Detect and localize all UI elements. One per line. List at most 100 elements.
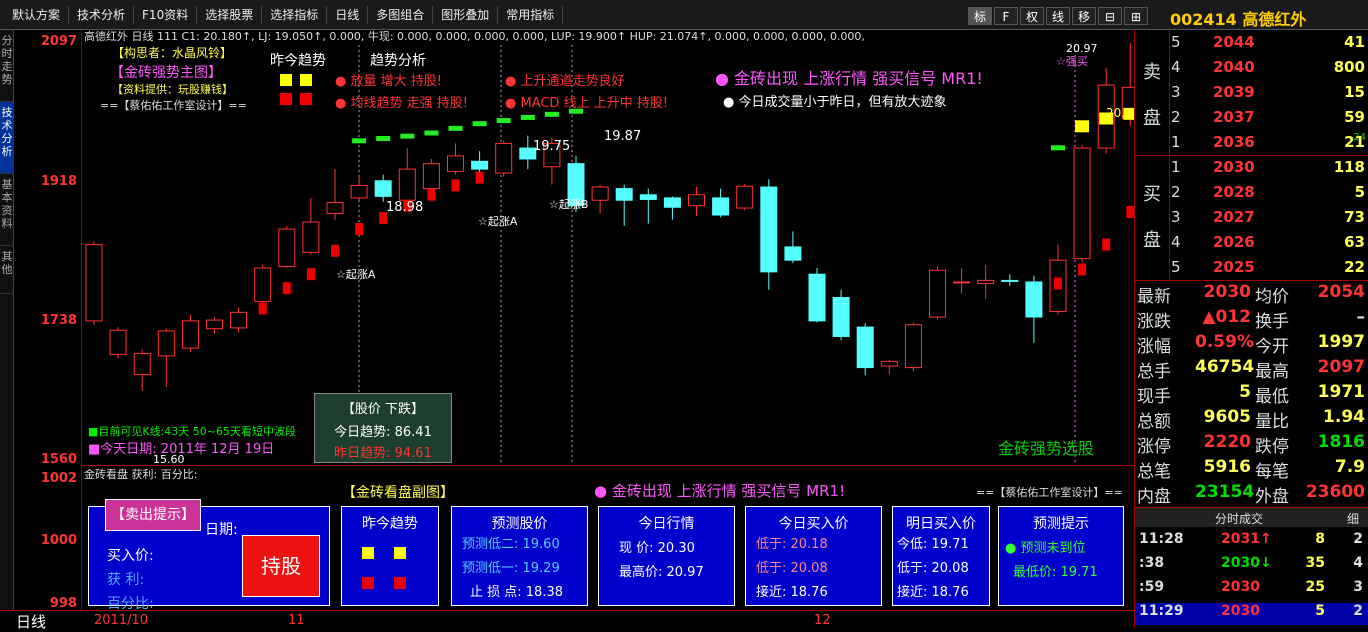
buy-order-row[interactable]: 2 2028 5 bbox=[1169, 183, 1368, 208]
designer-label: ==【蔡佑佑工作室设计】== bbox=[100, 99, 247, 112]
menu-f10[interactable]: F10资料 bbox=[134, 6, 198, 24]
quote-value: 1971 bbox=[1317, 382, 1365, 402]
candle bbox=[230, 307, 248, 333]
provider-label: 【资料提供：玩股赚钱】 bbox=[112, 83, 233, 96]
maximize-icon[interactable]: ⊞ bbox=[1124, 7, 1148, 25]
yellow-block bbox=[362, 547, 374, 559]
candle-body bbox=[808, 273, 826, 322]
red-block bbox=[280, 93, 292, 105]
f-button[interactable]: F bbox=[994, 7, 1018, 25]
candle bbox=[374, 174, 392, 202]
tick-row[interactable]: 11:28 2031↑ 8 2 bbox=[1135, 531, 1368, 553]
menu-period[interactable]: 日线 bbox=[327, 6, 369, 24]
order-price: 2026 bbox=[1213, 233, 1255, 251]
sell-order-row[interactable]: 1 2036 21 bbox=[1169, 133, 1368, 158]
forecast-low2: 预测低二: 19.60 bbox=[462, 537, 560, 552]
candle-body bbox=[663, 197, 681, 208]
forecast-hint-title: 预测提示 bbox=[1033, 516, 1089, 532]
tab-intraday[interactable]: 分时走势 bbox=[0, 30, 14, 102]
sub-title: 【金砖看盘副图】 bbox=[342, 485, 454, 501]
candle-body bbox=[254, 267, 272, 302]
candle-body bbox=[109, 329, 127, 355]
quote-value: 2054 bbox=[1317, 282, 1365, 302]
candle bbox=[157, 328, 175, 388]
alert-yesterday: 昨日趋势: 94.61 bbox=[334, 446, 432, 461]
candle bbox=[880, 359, 898, 374]
ma-annotation: ● 均线趋势 走强 持股! bbox=[335, 96, 468, 111]
candle-body bbox=[639, 194, 657, 200]
sell-order-row[interactable]: 2 2037 59 bbox=[1169, 108, 1368, 133]
line-button[interactable]: 线 bbox=[1046, 7, 1070, 25]
sell-hint-button[interactable]: 【卖出提示】 bbox=[105, 499, 201, 531]
red-signal-dot bbox=[427, 188, 436, 201]
candle bbox=[784, 231, 802, 264]
candle-body bbox=[591, 186, 609, 201]
green-trend-dash bbox=[496, 118, 511, 124]
candle-body bbox=[953, 281, 971, 284]
candle bbox=[904, 322, 922, 372]
price-alert-box: 【股价 下跌】 今日趋势: 86.41 昨日趋势: 94.61 bbox=[314, 393, 452, 463]
sell-order-row[interactable]: 3 2039 15 bbox=[1169, 83, 1368, 108]
tab-ticks[interactable]: 分时成交 bbox=[1215, 510, 1263, 527]
menu-select-stock[interactable]: 选择股票 bbox=[197, 6, 263, 24]
period-label[interactable]: 日线 bbox=[16, 611, 46, 632]
hold-button[interactable]: 持股 bbox=[242, 535, 320, 597]
menu-select-indicator[interactable]: 选择指标 bbox=[262, 6, 328, 24]
tab-detail[interactable]: 细 bbox=[1347, 510, 1359, 527]
quote-label: 总手 bbox=[1137, 362, 1171, 382]
trend-panel: 昨今趋势 bbox=[341, 506, 439, 606]
tick-row[interactable]: :38 2030↓ 35 4 bbox=[1135, 555, 1368, 577]
price-label: 19.75 bbox=[533, 139, 571, 154]
yellow-signal-block bbox=[1075, 120, 1090, 133]
order-volume: 41 bbox=[1344, 33, 1365, 51]
quote-value: 1997 bbox=[1317, 332, 1365, 352]
order-level: 5 bbox=[1171, 33, 1181, 51]
sell-order-row[interactable]: 5 2044 41 bbox=[1169, 33, 1368, 58]
rights-button[interactable]: 权 bbox=[1020, 7, 1044, 25]
buy-order-row[interactable]: 1 2030 118 bbox=[1169, 158, 1368, 183]
ticks-tab-bar: 分时成交 细 bbox=[1135, 507, 1368, 527]
candle bbox=[447, 143, 464, 175]
forecast-low1: 预测低一: 19.29 bbox=[462, 561, 560, 576]
menu-common-indicators[interactable]: 常用指标 bbox=[498, 6, 564, 24]
today-buy-title: 今日买入价 bbox=[778, 516, 849, 532]
tick-row[interactable]: 11:29 2030 5 2 bbox=[1135, 603, 1368, 625]
buy-order-row[interactable]: 5 2025 22 bbox=[1169, 258, 1368, 283]
date-label: 11 bbox=[288, 613, 305, 628]
forecast-panel: 预测股价 预测低二: 19.60 预测低一: 19.29 止 损 点: 18.3… bbox=[451, 506, 588, 606]
buy-order-row[interactable]: 3 2027 73 bbox=[1169, 208, 1368, 233]
current-price: 现 价: 20.30 bbox=[619, 541, 695, 556]
green-trend-dash bbox=[448, 125, 463, 131]
quote-label: 现手 bbox=[1137, 387, 1171, 407]
stock-name: 高德红外 bbox=[1242, 10, 1307, 29]
red-signal-dot bbox=[331, 244, 339, 257]
start-label: ☆起涨A bbox=[336, 268, 376, 281]
tab-fundamental[interactable]: 基本资料 bbox=[0, 174, 14, 246]
candle bbox=[422, 158, 440, 192]
green-trend-dash bbox=[376, 135, 391, 141]
candle bbox=[181, 314, 199, 353]
candle-body bbox=[1001, 279, 1019, 282]
candle bbox=[688, 187, 705, 216]
move-button[interactable]: 移 bbox=[1072, 7, 1096, 25]
candle bbox=[977, 264, 995, 300]
main-toolbar: 默认方案 技术分析 F10资料 选择股票 选择指标 日线 多图组合 图形叠加 常… bbox=[0, 0, 1368, 30]
sell-order-row[interactable]: 4 2040 800 bbox=[1169, 58, 1368, 83]
candle-body bbox=[230, 311, 248, 329]
minimize-icon[interactable]: ⊟ bbox=[1098, 7, 1122, 25]
green-trend-dash bbox=[400, 133, 415, 139]
stock-code: 002414 bbox=[1170, 10, 1237, 29]
tab-technical[interactable]: 技术分析 bbox=[0, 102, 14, 174]
menu-default-scheme[interactable]: 默认方案 bbox=[4, 6, 70, 24]
tick-row[interactable]: :59 2030 25 3 bbox=[1135, 579, 1368, 601]
menu-multi-chart[interactable]: 多图组合 bbox=[368, 6, 434, 24]
quote-value: 2030 bbox=[1203, 282, 1251, 302]
menu-overlay[interactable]: 图形叠加 bbox=[433, 6, 499, 24]
tomorrow-buy-row1: 今低: 19.71 bbox=[897, 537, 969, 552]
sell-char: 卖 bbox=[1143, 62, 1161, 83]
candle bbox=[278, 225, 296, 268]
buy-order-row[interactable]: 4 2026 63 bbox=[1169, 233, 1368, 258]
mark-button[interactable]: 标 bbox=[968, 7, 992, 25]
menu-technical-analysis[interactable]: 技术分析 bbox=[69, 6, 135, 24]
tab-other[interactable]: 其他 bbox=[0, 246, 14, 294]
